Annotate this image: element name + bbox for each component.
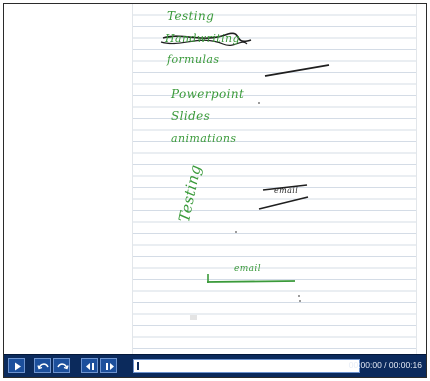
seek-bar[interactable] bbox=[133, 359, 360, 373]
handwritten-email-boxed: email bbox=[274, 186, 299, 195]
next-icon bbox=[106, 363, 114, 370]
redo-icon bbox=[57, 363, 69, 370]
dark-pen-stroke-lower bbox=[258, 196, 309, 210]
next-button[interactable] bbox=[100, 358, 117, 373]
dark-pen-stroke-top bbox=[264, 64, 330, 77]
ink-dot bbox=[258, 102, 260, 104]
handwritten-third-word: formulas bbox=[167, 53, 220, 66]
previous-icon bbox=[86, 363, 94, 370]
playback-toolbar: 00:00:00 / 00:00:16 bbox=[4, 354, 426, 377]
handwritten-testing-top: Testing bbox=[167, 9, 215, 23]
undo-icon bbox=[37, 363, 49, 370]
ink-dot bbox=[235, 231, 237, 233]
handwritten-animations: animations bbox=[171, 132, 237, 145]
time-display: 00:00:00 / 00:00:16 bbox=[348, 360, 422, 370]
ink-dot bbox=[299, 300, 301, 302]
redo-button[interactable] bbox=[53, 358, 70, 373]
handwritten-powerpoint: Powerpoint bbox=[171, 87, 245, 101]
play-icon bbox=[15, 362, 21, 371]
handwritten-scribbled-word: Handwriting bbox=[165, 32, 240, 45]
ink-dot bbox=[298, 295, 300, 297]
app-window: Testing Handwriting formulas Powerpoint … bbox=[3, 3, 427, 378]
seek-thumb[interactable] bbox=[137, 362, 139, 370]
handwritten-email-bottom: email bbox=[234, 264, 261, 274]
handwritten-slides: Slides bbox=[171, 109, 211, 123]
previous-button[interactable] bbox=[81, 358, 98, 373]
green-underline bbox=[206, 280, 296, 283]
undo-button[interactable] bbox=[34, 358, 51, 373]
play-button[interactable] bbox=[8, 358, 25, 373]
lined-notebook-page: Testing Handwriting formulas Powerpoint … bbox=[132, 4, 417, 356]
faint-mark bbox=[190, 315, 197, 320]
